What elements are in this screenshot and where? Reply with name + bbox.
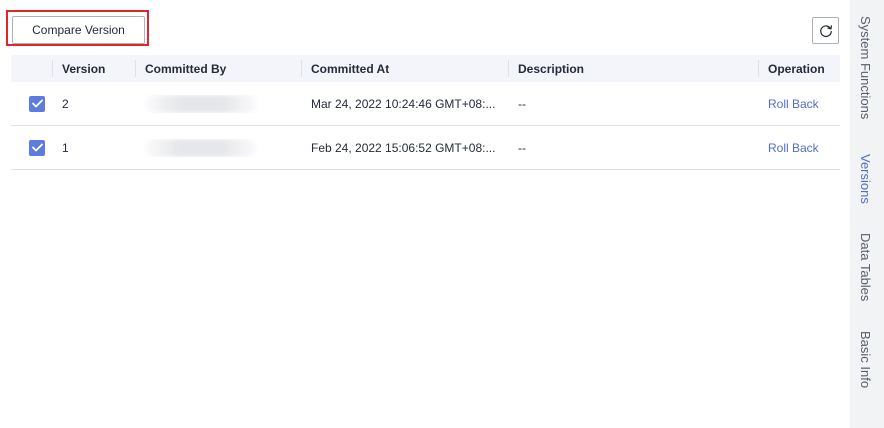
committed-at-cell: Feb 24, 2022 15:06:52 GMT+08:... <box>311 140 496 155</box>
check-icon <box>31 99 43 108</box>
header-checkbox-cell <box>11 55 52 82</box>
column-header-committed-by: Committed By <box>135 55 301 82</box>
roll-back-link[interactable]: Roll Back <box>768 141 819 155</box>
table-row: 2 Mar 24, 2022 10:24:46 GMT+08:... -- Ro… <box>11 82 840 126</box>
version-cell: 2 <box>62 96 69 111</box>
table-row: 1 Feb 24, 2022 15:06:52 GMT+08:... -- Ro… <box>11 126 840 170</box>
redacted-user <box>145 138 257 157</box>
column-header-operation: Operation <box>758 55 840 82</box>
compare-version-button[interactable]: Compare Version <box>12 16 145 44</box>
operation-cell: Roll Back <box>758 97 840 111</box>
column-header-version: Version <box>52 55 135 82</box>
refresh-icon <box>819 24 832 37</box>
description-cell: -- <box>518 96 526 111</box>
side-tab-system-functions[interactable]: System Functions <box>858 16 873 119</box>
row-checkbox[interactable] <box>29 95 45 112</box>
row-checkbox-cell <box>11 139 52 156</box>
side-tab-basic-info[interactable]: Basic Info <box>858 331 873 388</box>
redacted-user <box>145 94 257 113</box>
side-panel: System Functions Versions Data Tables Ba… <box>850 0 884 428</box>
column-header-description: Description <box>508 55 758 82</box>
version-cell: 1 <box>62 140 69 155</box>
refresh-button[interactable] <box>812 17 839 44</box>
roll-back-link[interactable]: Roll Back <box>768 97 819 111</box>
committed-by-cell <box>135 94 301 113</box>
row-checkbox-cell <box>11 95 52 112</box>
committed-by-cell <box>135 138 301 157</box>
side-tab-data-tables[interactable]: Data Tables <box>858 233 873 301</box>
committed-at-cell: Mar 24, 2022 10:24:46 GMT+08:... <box>311 96 496 111</box>
row-checkbox[interactable] <box>29 139 45 156</box>
versions-panel: Compare Version Version Committed By Com… <box>0 0 850 428</box>
column-header-committed-at: Committed At <box>301 55 508 82</box>
versions-table: Version Committed By Committed At Descri… <box>11 55 840 170</box>
side-tab-versions[interactable]: Versions <box>858 154 873 204</box>
check-icon <box>31 143 43 152</box>
description-cell: -- <box>518 140 526 155</box>
operation-cell: Roll Back <box>758 141 840 155</box>
table-header: Version Committed By Committed At Descri… <box>11 55 840 82</box>
